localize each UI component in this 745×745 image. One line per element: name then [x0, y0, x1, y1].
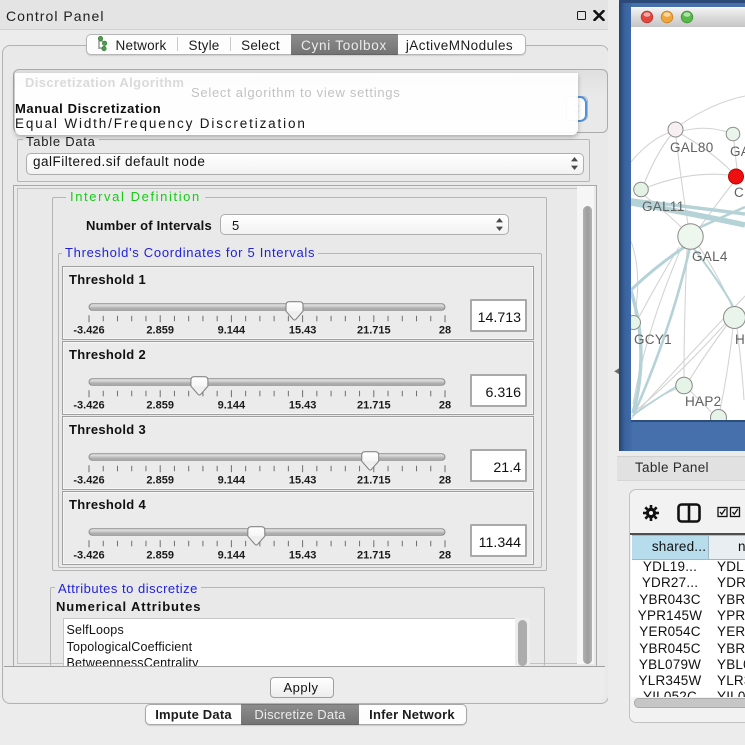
svg-text:GAL4: GAL4	[692, 249, 728, 264]
svg-text:C: C	[734, 185, 744, 200]
svg-text:2.859: 2.859	[146, 325, 174, 337]
svg-text:28: 28	[439, 325, 451, 337]
svg-text:-3.426: -3.426	[73, 550, 104, 562]
svg-text:15.43: 15.43	[289, 550, 317, 562]
svg-text:9.144: 9.144	[218, 325, 246, 337]
svg-text:9.144: 9.144	[218, 475, 246, 487]
svg-text:9.144: 9.144	[218, 550, 246, 562]
svg-text:2.859: 2.859	[146, 550, 174, 562]
svg-text:-3.426: -3.426	[73, 475, 104, 487]
svg-text:28: 28	[439, 550, 451, 562]
svg-text:H: H	[735, 332, 745, 347]
svg-text:9.144: 9.144	[218, 400, 246, 412]
svg-text:15.43: 15.43	[289, 475, 317, 487]
svg-text:-3.426: -3.426	[73, 325, 104, 337]
svg-text:2.859: 2.859	[146, 475, 174, 487]
svg-text:HAP2: HAP2	[685, 394, 721, 409]
svg-text:GCY1: GCY1	[634, 332, 672, 347]
svg-text:21.715: 21.715	[357, 475, 391, 487]
svg-text:21.715: 21.715	[357, 325, 391, 337]
svg-text:21.715: 21.715	[357, 400, 391, 412]
svg-text:15.43: 15.43	[289, 400, 317, 412]
svg-text:-3.426: -3.426	[73, 400, 104, 412]
svg-text:21.715: 21.715	[357, 550, 391, 562]
svg-text:28: 28	[439, 475, 451, 487]
svg-text:2.859: 2.859	[146, 400, 174, 412]
svg-text:28: 28	[439, 400, 451, 412]
svg-text:15.43: 15.43	[289, 325, 317, 337]
svg-text:GAL80: GAL80	[670, 140, 714, 155]
svg-text:GA: GA	[730, 144, 745, 159]
svg-text:GAL11: GAL11	[642, 199, 685, 214]
